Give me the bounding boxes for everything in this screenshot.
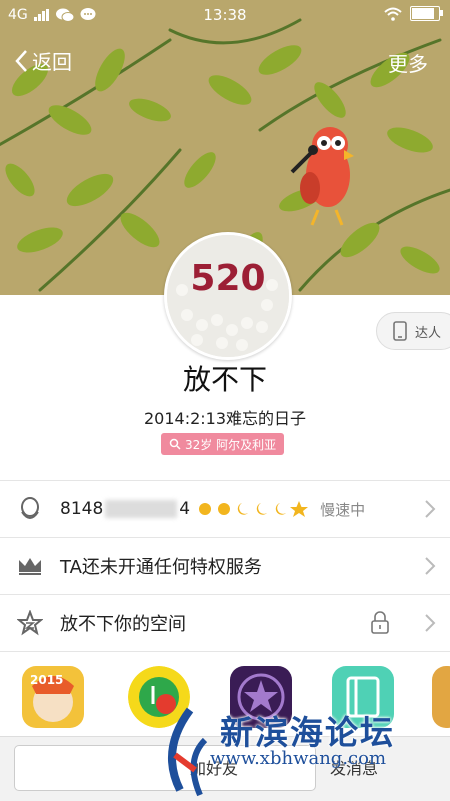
gender-icon bbox=[169, 438, 181, 450]
privilege-label: TA还未开通任何特权服务 bbox=[60, 557, 262, 578]
svg-text:2015: 2015 bbox=[30, 673, 63, 687]
clock: 13:38 bbox=[203, 6, 247, 24]
age-location-tag: 32岁 阿尔及利亚 bbox=[161, 433, 285, 455]
status-bar: 4G 13:38 bbox=[0, 0, 450, 30]
send-message-button[interactable]: 发消息 bbox=[330, 755, 378, 779]
avatar-image: 520 bbox=[167, 235, 289, 357]
avatar-text: 520 bbox=[190, 258, 265, 299]
star-app-icon[interactable] bbox=[230, 666, 292, 728]
chevron-right-icon bbox=[425, 557, 436, 575]
qq-number-prefix: 8148 bbox=[60, 499, 104, 519]
profile-signature: 2014:2:13难忘的日子 bbox=[143, 409, 307, 428]
lock-icon bbox=[371, 611, 389, 634]
talent-badge[interactable]: 达人 bbox=[376, 312, 450, 350]
message-input[interactable] bbox=[14, 745, 316, 791]
game-app-icon[interactable]: 2015 bbox=[22, 666, 84, 728]
qq-number-suffix: 4 bbox=[179, 499, 191, 519]
level-icons bbox=[196, 500, 309, 518]
add-friend-button[interactable]: 加好友 bbox=[190, 755, 238, 779]
battery-icon bbox=[410, 6, 443, 21]
back-button[interactable]: 返回 bbox=[14, 46, 72, 75]
avatar[interactable]: 520 bbox=[164, 232, 292, 360]
more-button[interactable]: 更多 bbox=[388, 48, 428, 77]
wifi-icon bbox=[384, 7, 402, 21]
qq-number-row[interactable]: 8148 4 慢速中 bbox=[0, 480, 450, 537]
phone-icon bbox=[393, 321, 407, 341]
chevron-left-icon bbox=[15, 49, 27, 72]
bottom-action-bar: 加好友 发消息 bbox=[0, 736, 450, 801]
tag-label: 32岁 阿尔及利亚 bbox=[185, 437, 277, 452]
qzone-label: 放不下你的空间 bbox=[60, 614, 186, 635]
app-strip: 2015 bbox=[0, 666, 450, 736]
partial-app-icon[interactable] bbox=[432, 666, 450, 728]
chevron-right-icon bbox=[425, 500, 436, 518]
crown-icon bbox=[19, 558, 41, 575]
sun-moon-star-icon bbox=[199, 501, 309, 517]
back-label: 返回 bbox=[32, 50, 72, 74]
chevron-right-icon bbox=[425, 614, 436, 632]
row-divider bbox=[0, 651, 450, 652]
talent-label: 达人 bbox=[415, 325, 442, 341]
qq-music-app-icon[interactable] bbox=[128, 666, 190, 728]
profile-name: 放不下 bbox=[182, 363, 267, 396]
speed-status: 慢速中 bbox=[320, 500, 366, 519]
qzone-row[interactable]: 放不下你的空间 bbox=[0, 594, 450, 651]
nav-bar: 返回 更多 bbox=[0, 40, 450, 80]
penguin-icon bbox=[21, 497, 39, 519]
privilege-row[interactable]: TA还未开通任何特权服务 bbox=[0, 537, 450, 594]
qq-number-redacted bbox=[105, 500, 178, 518]
book-app-icon[interactable] bbox=[332, 666, 394, 728]
qzone-star-icon bbox=[17, 610, 43, 636]
